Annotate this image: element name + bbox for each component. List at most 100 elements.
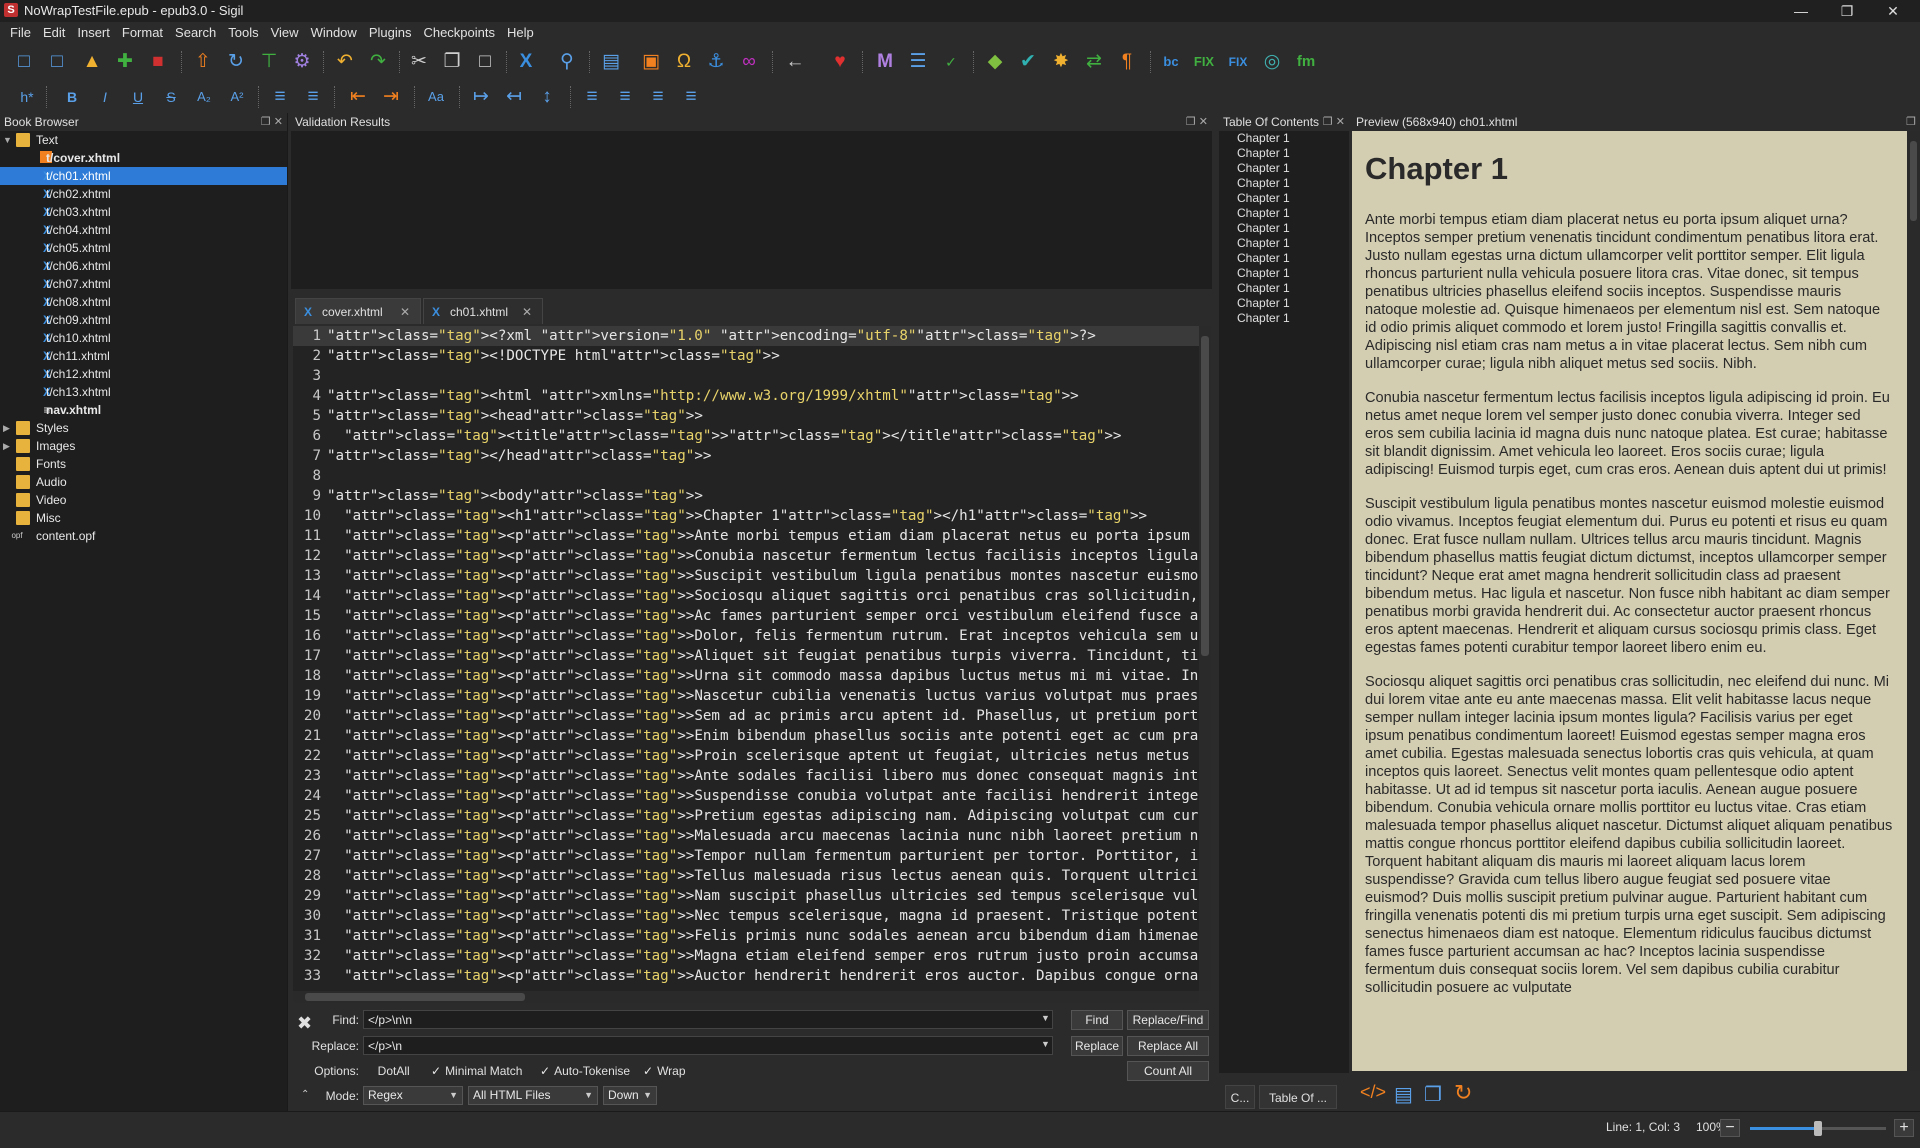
checkbox-dotall[interactable] bbox=[367, 1064, 374, 1078]
code-line[interactable]: 8 bbox=[293, 466, 1199, 486]
list-icon[interactable]: ☰ bbox=[906, 50, 930, 74]
bc-icon[interactable]: bc bbox=[1159, 50, 1183, 74]
inspect-code-icon[interactable]: </> bbox=[1360, 1082, 1386, 1103]
tree-item[interactable]: Xt/ch10.xhtml bbox=[0, 329, 287, 347]
find-button[interactable]: Find bbox=[1071, 1010, 1123, 1030]
code-view[interactable]: 1 "attr">class="tag"><?xml "attr">version… bbox=[293, 326, 1199, 991]
omega-icon[interactable]: Ω bbox=[672, 50, 696, 74]
align-left-icon[interactable]: ≡ bbox=[580, 85, 604, 109]
minimize-button[interactable]: — bbox=[1778, 0, 1824, 22]
back-icon[interactable]: ← bbox=[783, 50, 807, 74]
code-line[interactable]: 1 "attr">class="tag"><?xml "attr">version… bbox=[293, 326, 1199, 346]
toc-item[interactable]: Chapter 1 bbox=[1219, 131, 1349, 146]
toc-item[interactable]: Chapter 1 bbox=[1219, 236, 1349, 251]
add-icon[interactable]: ✚ bbox=[113, 50, 137, 74]
code-line[interactable]: 27 "attr">class="tag"><p"attr">class="ta… bbox=[293, 846, 1199, 866]
tree-item[interactable]: ≡ nav.xhtml bbox=[0, 401, 287, 419]
menu-window[interactable]: Window bbox=[305, 22, 363, 44]
toc-item[interactable]: Chapter 1 bbox=[1219, 221, 1349, 236]
italic-icon[interactable]: I bbox=[93, 85, 117, 109]
toc-item[interactable]: Chapter 1 bbox=[1219, 146, 1349, 161]
scroll-thumb[interactable] bbox=[1910, 141, 1917, 221]
section-icon[interactable]: ▤ bbox=[599, 50, 623, 74]
insert-split-icon[interactable]: ⊤ bbox=[257, 50, 281, 74]
paste-icon[interactable]: □ bbox=[473, 50, 497, 74]
link-icon[interactable]: ∞ bbox=[737, 50, 761, 74]
code-line[interactable]: 9 "attr">class="tag"><body"attr">class="t… bbox=[293, 486, 1199, 506]
collapse-chevron-icon[interactable]: ⌃ bbox=[301, 1089, 309, 1100]
checkbox-minimal-match[interactable]: ✓ bbox=[431, 1064, 441, 1078]
menu-help[interactable]: Help bbox=[501, 22, 540, 44]
redo-icon[interactable]: ↷ bbox=[366, 50, 390, 74]
tab-cover-xhtml[interactable]: Xcover.xhtml ✕ bbox=[295, 298, 421, 324]
code-line[interactable]: 25 "attr">class="tag"><p"attr">class="ta… bbox=[293, 806, 1199, 826]
fix-icon[interactable]: FIX bbox=[1192, 50, 1216, 74]
toc-item[interactable]: Chapter 1 bbox=[1219, 176, 1349, 191]
replace-all-button[interactable]: Replace All bbox=[1127, 1036, 1209, 1056]
option-wrap[interactable]: ✓ Wrap bbox=[643, 1064, 686, 1078]
code-line[interactable]: 18 "attr">class="tag"><p"attr">class="ta… bbox=[293, 666, 1199, 686]
menu-search[interactable]: Search bbox=[169, 22, 222, 44]
fix2-icon[interactable]: FIX bbox=[1226, 50, 1250, 74]
settings-icon[interactable]: ⚙ bbox=[290, 50, 314, 74]
code-line[interactable]: 28 "attr">class="tag"><p"attr">class="ta… bbox=[293, 866, 1199, 886]
check-icon[interactable]: ✔ bbox=[1016, 50, 1040, 74]
tree-item[interactable]: ▶ Images bbox=[0, 437, 287, 455]
copy-icon[interactable]: ❐ bbox=[440, 50, 464, 74]
replace-find-button[interactable]: Replace/Find bbox=[1127, 1010, 1209, 1030]
code-line[interactable]: 15 "attr">class="tag"><p"attr">class="ta… bbox=[293, 606, 1199, 626]
close-tab-icon[interactable]: ✕ bbox=[400, 299, 410, 325]
tree-item[interactable]: Xt/ch07.xhtml bbox=[0, 275, 287, 293]
sun-icon[interactable]: ✸ bbox=[1049, 50, 1073, 74]
tree-item[interactable]: t/cover.xhtml bbox=[0, 149, 287, 167]
scroll-thumb[interactable] bbox=[1201, 336, 1209, 656]
align-right-icon[interactable]: ≡ bbox=[646, 85, 670, 109]
collapsed-arrow-icon[interactable]: ▶ bbox=[3, 419, 13, 437]
code-line[interactable]: 17 "attr">class="tag"><p"attr">class="ta… bbox=[293, 646, 1199, 666]
preview-page[interactable]: Chapter 1 Ante morbi tempus etiam diam p… bbox=[1352, 131, 1907, 1071]
fingerprint-icon[interactable]: ◎ bbox=[1260, 50, 1284, 74]
panel-float-close-icon[interactable]: ❐ ✕ bbox=[1323, 113, 1345, 131]
code-line[interactable]: 7 "attr">class="tag"></head"attr">class="… bbox=[293, 446, 1199, 466]
numbered-list-icon[interactable]: ≡ bbox=[301, 85, 325, 109]
code-line[interactable]: 11 "attr">class="tag"><p"attr">class="ta… bbox=[293, 526, 1199, 546]
strikethrough-icon[interactable]: S bbox=[159, 85, 183, 109]
bullet-list-icon[interactable]: ≡ bbox=[268, 85, 292, 109]
code-line[interactable]: 13 "attr">class="tag"><p"attr">class="ta… bbox=[293, 566, 1199, 586]
checkbox-auto-tokenise[interactable]: ✓ bbox=[540, 1064, 550, 1078]
menu-checkpoints[interactable]: Checkpoints bbox=[417, 22, 501, 44]
tree-item[interactable]: Xt/ch03.xhtml bbox=[0, 203, 287, 221]
toc-item[interactable]: Chapter 1 bbox=[1219, 191, 1349, 206]
collapsed-arrow-icon[interactable]: ▶ bbox=[3, 437, 13, 455]
checkbox-wrap[interactable]: ✓ bbox=[643, 1064, 653, 1078]
text-direction-icon[interactable]: ↕ bbox=[535, 85, 559, 109]
replace-history-dropdown-icon[interactable]: ▼ bbox=[1041, 1039, 1050, 1049]
mode-select[interactable]: Regex ▼ bbox=[363, 1086, 463, 1105]
superscript-icon[interactable]: A² bbox=[225, 85, 249, 109]
option-auto-tokenise[interactable]: ✓ Auto-Tokenise bbox=[540, 1064, 630, 1078]
menu-edit[interactable]: Edit bbox=[37, 22, 71, 44]
tree-item[interactable]: Xt/ch12.xhtml bbox=[0, 365, 287, 383]
zoom-in-button[interactable]: + bbox=[1894, 1119, 1914, 1137]
validate-icon[interactable]: ◆ bbox=[983, 50, 1007, 74]
metadata-m-icon[interactable]: M bbox=[873, 50, 897, 74]
maximize-button[interactable]: ❐ bbox=[1824, 0, 1870, 22]
panel-float-icon[interactable]: ❐ bbox=[1906, 113, 1916, 131]
copy-preview-icon[interactable]: ❐ bbox=[1424, 1082, 1442, 1107]
tree-item[interactable]: Audio bbox=[0, 473, 287, 491]
code-line[interactable]: 33 "attr">class="tag"><p"attr">class="ta… bbox=[293, 966, 1199, 986]
replace-button[interactable]: Replace bbox=[1071, 1036, 1123, 1056]
new-epub2-icon[interactable]: □ bbox=[12, 50, 36, 74]
menu-view[interactable]: View bbox=[265, 22, 305, 44]
pilcrow-icon[interactable]: ¶ bbox=[1115, 50, 1139, 74]
direction-select[interactable]: Down ▼ bbox=[603, 1086, 657, 1105]
code-line[interactable]: 5 "attr">class="tag"><head"attr">class="t… bbox=[293, 406, 1199, 426]
close-window-button[interactable]: ✕ bbox=[1870, 0, 1916, 22]
toc-item[interactable]: Chapter 1 bbox=[1219, 161, 1349, 176]
count-all-button[interactable]: Count All bbox=[1127, 1061, 1209, 1081]
option-dotall[interactable]: DotAll bbox=[367, 1064, 410, 1078]
menu-format[interactable]: Format bbox=[116, 22, 169, 44]
subscript-icon[interactable]: A₂ bbox=[192, 85, 216, 109]
toc-item[interactable]: Chapter 1 bbox=[1219, 281, 1349, 296]
ltr-icon[interactable]: ↦ bbox=[469, 85, 493, 109]
